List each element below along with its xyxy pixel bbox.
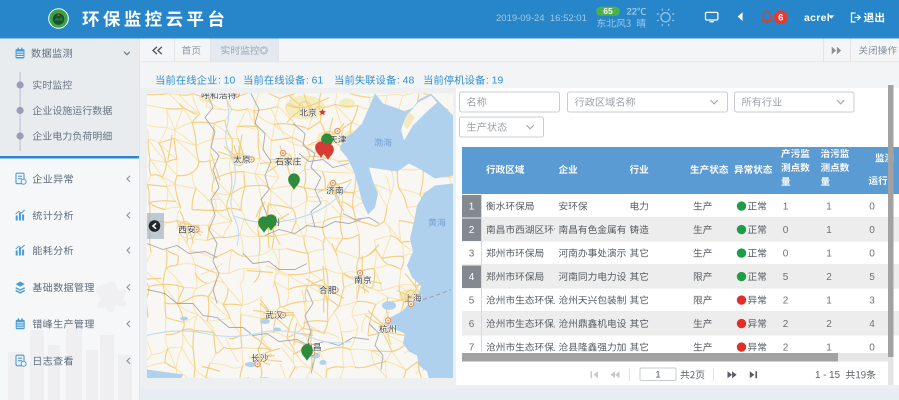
svg-text:2: 2 bbox=[469, 225, 475, 236]
svg-text:5: 5 bbox=[783, 272, 789, 283]
svg-text:6: 6 bbox=[778, 13, 783, 24]
svg-text:0: 0 bbox=[783, 249, 789, 260]
svg-text:65: 65 bbox=[603, 6, 613, 16]
svg-text:2019-09-24 16:52:01: 2019-09-24 16:52:01 bbox=[496, 13, 587, 24]
svg-text:1: 1 bbox=[826, 296, 832, 307]
svg-text:: 61: : 61 bbox=[306, 76, 324, 87]
svg-text:2: 2 bbox=[783, 343, 789, 354]
svg-text:5: 5 bbox=[869, 272, 875, 283]
svg-text:1: 1 bbox=[826, 343, 832, 354]
svg-text:3: 3 bbox=[869, 296, 875, 307]
svg-text:2: 2 bbox=[826, 319, 832, 330]
svg-text:0: 0 bbox=[869, 202, 875, 213]
svg-text:22: 22 bbox=[627, 7, 638, 18]
svg-text:1: 1 bbox=[826, 249, 832, 260]
svg-text:2: 2 bbox=[826, 272, 832, 283]
svg-text:3: 3 bbox=[469, 249, 475, 260]
svg-text:0: 0 bbox=[869, 225, 875, 236]
svg-text:5: 5 bbox=[469, 296, 475, 307]
svg-text:4: 4 bbox=[469, 272, 475, 283]
svg-text:1 - 15: 1 - 15 bbox=[815, 370, 841, 381]
svg-text:acrel: acrel bbox=[804, 12, 830, 24]
svg-text:1: 1 bbox=[826, 202, 832, 213]
svg-text:1: 1 bbox=[826, 225, 832, 236]
svg-text:2: 2 bbox=[783, 296, 789, 307]
svg-text:0: 0 bbox=[869, 343, 875, 354]
svg-text:6: 6 bbox=[469, 319, 475, 330]
svg-text:0: 0 bbox=[783, 225, 789, 236]
svg-text:4: 4 bbox=[869, 319, 875, 330]
svg-text:2: 2 bbox=[783, 319, 789, 330]
svg-text:0: 0 bbox=[869, 249, 875, 260]
svg-text:1: 1 bbox=[655, 370, 660, 381]
svg-text:: 48: : 48 bbox=[397, 76, 415, 87]
svg-text:: 10: : 10 bbox=[218, 76, 236, 87]
svg-text:1: 1 bbox=[783, 202, 789, 213]
svg-text:: 19: : 19 bbox=[486, 76, 504, 87]
svg-text:7: 7 bbox=[469, 343, 475, 354]
svg-text:1: 1 bbox=[469, 202, 475, 213]
